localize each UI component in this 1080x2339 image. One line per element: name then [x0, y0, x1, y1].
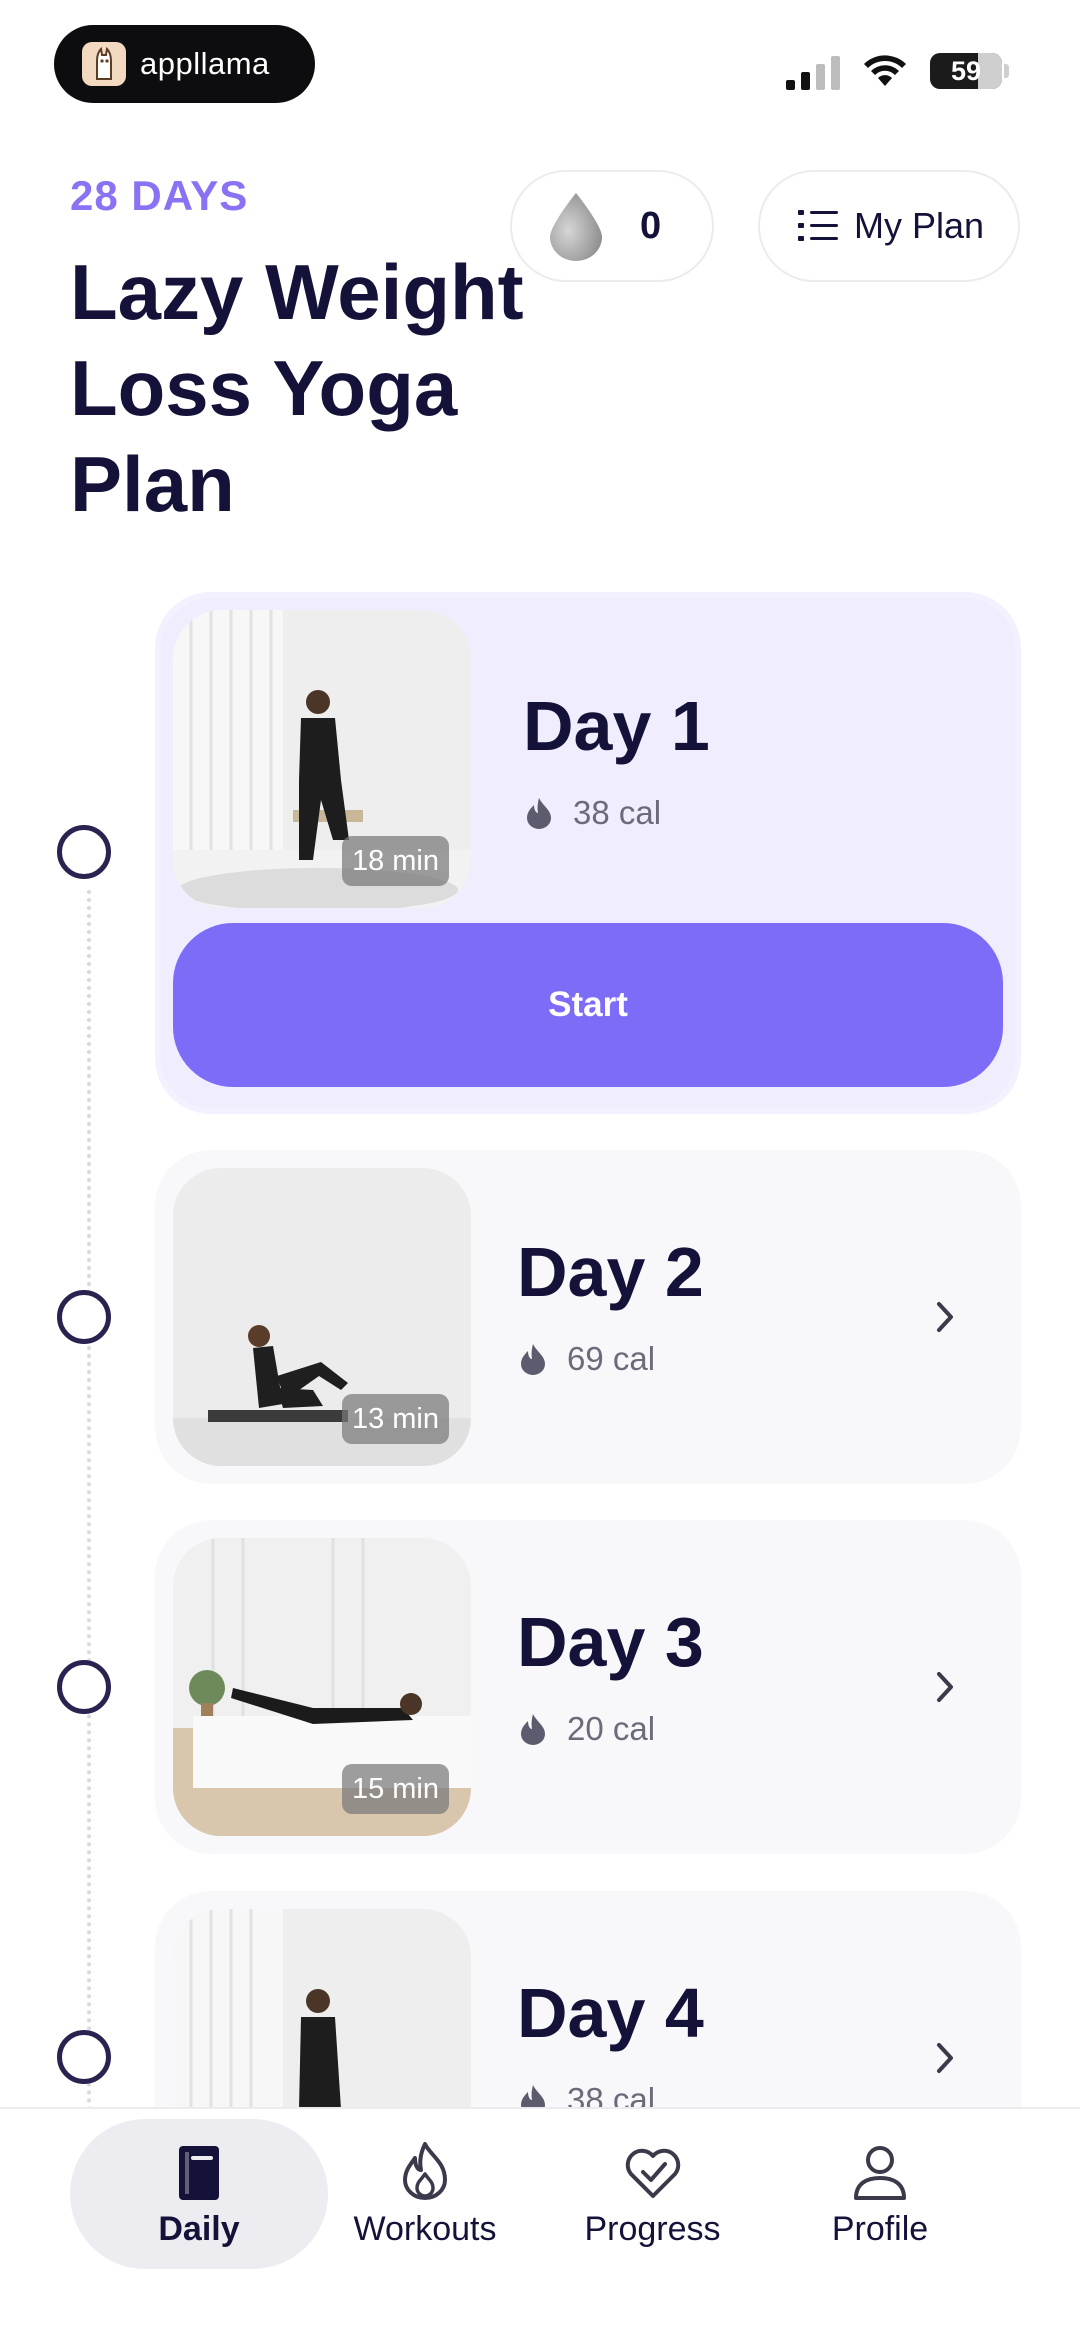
- chevron-right-icon: [937, 1302, 953, 1332]
- timeline-line: [87, 890, 91, 2120]
- timeline-node-day-2: [57, 1290, 111, 1344]
- day-2-duration: 13 min: [341, 1394, 449, 1444]
- chevron-right-icon: [937, 2043, 953, 2073]
- day-3-calories-row: 20 cal: [519, 1710, 655, 1748]
- battery-level: 59: [950, 56, 982, 86]
- plan-duration: 28 DAYS: [70, 172, 249, 219]
- user-icon: [854, 2145, 906, 2200]
- app-name: appllama: [140, 46, 270, 81]
- wifi-icon: [864, 55, 906, 86]
- tab-progress-label: Progress: [584, 2209, 721, 2248]
- flame-icon: [527, 798, 551, 829]
- my-plan-label: My Plan: [854, 205, 985, 246]
- my-plan-button[interactable]: My Plan: [758, 170, 1020, 282]
- drops-counter-button[interactable]: 0: [510, 170, 714, 282]
- battery-icon: 59: [930, 53, 1002, 89]
- timeline-node-day-3: [57, 1660, 111, 1714]
- day-1-thumbnail: 18 min: [173, 610, 471, 908]
- tab-profile-label: Profile: [831, 2209, 929, 2248]
- battery-tip: [1004, 64, 1009, 78]
- app-pill[interactable]: appllama: [54, 25, 315, 103]
- flame-icon: [521, 1344, 545, 1375]
- start-button[interactable]: Start: [173, 923, 1003, 1087]
- day-2-title: Day 2: [517, 1233, 704, 1311]
- chevron-right-icon: [937, 1672, 953, 1702]
- day-card-2[interactable]: 13 min Day 2 69 cal: [155, 1150, 1021, 1484]
- tab-profile[interactable]: Profile: [800, 2119, 960, 2269]
- timeline-node-day-4: [57, 2030, 111, 2084]
- llama-logo-icon: [82, 42, 126, 86]
- list-icon: [798, 210, 838, 241]
- plan-title: Lazy Weight Loss Yoga Plan: [70, 248, 524, 528]
- day-3-duration: 15 min: [341, 1764, 449, 1814]
- drops-count: 0: [640, 204, 662, 247]
- day-2-calories: 69 cal: [567, 1340, 656, 1377]
- day-1-calories-row: 38 cal: [525, 794, 661, 832]
- day-4-title: Day 4: [517, 1974, 704, 2052]
- day-card-3[interactable]: 15 min Day 3 20 cal: [155, 1520, 1021, 1854]
- tab-workouts-label: Workouts: [353, 2209, 497, 2248]
- day-1-title: Day 1: [523, 687, 710, 765]
- day-1-duration: 18 min: [341, 836, 449, 886]
- flame-icon: [521, 1714, 545, 1745]
- timeline-node-day-1: [57, 825, 111, 879]
- status-bar: appllama 59: [0, 0, 1080, 120]
- day-2-calories-row: 69 cal: [519, 1340, 655, 1378]
- day-card-1[interactable]: 18 min Day 1 38 cal Start: [155, 592, 1021, 1114]
- tab-daily[interactable]: Daily: [70, 2119, 328, 2269]
- tab-daily-label: Daily: [158, 2209, 240, 2248]
- tab-workouts[interactable]: Workouts: [340, 2119, 510, 2269]
- day-1-calories: 38 cal: [573, 794, 662, 831]
- day-3-thumbnail: 15 min: [173, 1538, 471, 1836]
- day-2-thumbnail: 13 min: [173, 1168, 471, 1466]
- heart-check-icon: [625, 2148, 680, 2198]
- day-3-title: Day 3: [517, 1603, 704, 1681]
- day-3-calories: 20 cal: [567, 1710, 656, 1747]
- flame-icon: [403, 2141, 447, 2200]
- cellular-signal-icon: [786, 56, 840, 90]
- book-icon: [179, 2145, 219, 2200]
- tab-bar: Daily Workouts Progress Profile: [0, 2107, 1080, 2339]
- drop-icon: [550, 193, 602, 261]
- tab-progress[interactable]: Progress: [570, 2119, 735, 2269]
